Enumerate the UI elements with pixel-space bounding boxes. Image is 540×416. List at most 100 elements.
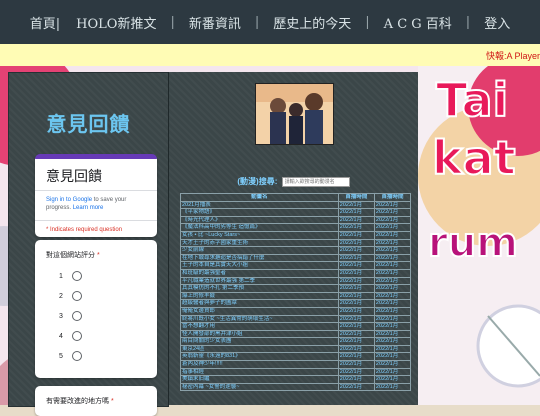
search-label: (動漫)搜尋: (237, 177, 278, 186)
table-row[interactable]: 指事相經 2022/1月 2022/1月 (180, 367, 412, 377)
anime-search-input[interactable] (281, 176, 350, 187)
anime-title-cell[interactable]: 王子的本自是其實天大小姐 (180, 261, 339, 270)
table-row[interactable]: 美鎮末旧繼 2022/1月 2022/1月 (180, 375, 412, 384)
anime-title-cell[interactable]: 《平家物語》 (180, 208, 339, 217)
rating-option[interactable]: 3 (35, 306, 157, 326)
table-row[interactable]: 王子的本自是其實天大小姐 2022/1月 2022/1月 (180, 261, 412, 270)
anime-title-cell[interactable]: 2021月播表 (180, 200, 339, 210)
nav-history-today[interactable]: 歷史上的今天 (265, 13, 359, 32)
anime-title-cell[interactable]: 《魔法科高中的劣等生 追憶篇》 (180, 223, 339, 232)
premiere-date-cell: 2022/1月 (373, 299, 412, 308)
anime-title-cell[interactable]: 兩目問關的少女表團 (180, 337, 339, 346)
premiere-date-cell: 2022/1月 (373, 329, 412, 339)
premiere-date-cell: 2022/1月 (337, 329, 375, 339)
premiere-date-cell: 2022/1月 (337, 322, 375, 331)
premiere-date-cell: 2022/1月 (337, 314, 375, 324)
radio-button[interactable] (71, 271, 82, 281)
premiere-date-cell: 2022/1月 (373, 344, 412, 354)
anime-title-cell[interactable]: 少女前線 (180, 246, 339, 255)
nav-separator: | (254, 14, 260, 30)
table-row[interactable]: 和班級的最強聖者 2022/1月 2022/1月 (180, 268, 412, 278)
signin-note: Sign in to Google to save your progress.… (35, 191, 157, 212)
table-row[interactable]: 平凡職業造就世界最強 第二季 2022/1月 2022/1月 (180, 276, 412, 286)
table-row[interactable]: 其其模仿的不扎 第二季預 2022/1月 2022/1月 (180, 284, 412, 293)
premiere-date-cell: 2022/1月 (373, 284, 412, 293)
premiere-date-cell: 2022/1月 (337, 299, 375, 308)
rating-option[interactable]: 1 (35, 266, 157, 286)
anime-title-cell[interactable]: 爆上的修羊籤 (180, 291, 339, 301)
nav-holo-tweets[interactable]: HOLO新推文 (68, 13, 164, 32)
nav-new-anime[interactable]: 新番資訊 (181, 13, 249, 32)
premiere-date-cell: 2022/1月 (337, 261, 375, 270)
radio-button[interactable] (71, 331, 82, 341)
anime-title-cell[interactable]: 英翁斬靈《永遠的831》 (180, 352, 339, 362)
nav-login[interactable]: 登入 (476, 13, 518, 32)
table-row[interactable]: 怪人開發部的黑井津小姐 2022/1月 2022/1月 (180, 329, 412, 339)
anime-title-cell[interactable]: 蒼內及神少年!!!!! (180, 360, 339, 369)
premiere-date-cell: 2022/1月 (337, 253, 375, 263)
table-row[interactable]: 2021月播表 2022/1月 2022/1月 (180, 200, 412, 210)
anime-title-cell[interactable]: 平凡職業造就世界最強 第二季 (180, 276, 339, 286)
anime-title-cell[interactable]: 《時光代理人》 (180, 215, 339, 225)
anime-title-cell[interactable]: 其其模仿的不扎 第二季預 (180, 284, 339, 293)
learn-more-link[interactable]: Learn more (73, 205, 104, 211)
table-row[interactable]: 《時光代理人》 2022/1月 2022/1月 (180, 215, 412, 225)
rating-option-label: 3 (59, 312, 63, 320)
table-row[interactable]: 爆上的修羊籤 2022/1月 2022/1月 (180, 291, 412, 301)
anime-title-cell[interactable]: 指事相經 (180, 367, 339, 377)
anime-title-cell[interactable]: 女孩 • 比 ~Lucky Stars~ (180, 230, 339, 240)
premiere-date-cell: 2022/1月 (337, 200, 375, 210)
anime-title-cell[interactable]: 終將川既小女 ~生活異常的萌壞生活~ (180, 314, 339, 324)
table-row[interactable]: 秘密內幕 ~女警的逆襲~ 2022/1月 2022/1月 (180, 382, 412, 392)
nav-separator: | (465, 14, 471, 30)
table-row[interactable]: 俺俺女邊貨郎 2022/1月 2022/1月 (180, 306, 412, 316)
required-note: * Indicates required question (35, 220, 157, 233)
premiere-date-cell: 2022/1月 (337, 246, 375, 255)
premiere-date-cell: 2022/1月 (373, 322, 412, 331)
anime-title-cell[interactable]: 在地下城尋求邂逅是否搞錯了什麼 (180, 253, 339, 263)
premiere-date-cell: 2022/1月 (337, 352, 375, 362)
anime-title-cell[interactable]: 超級醫者與夢子的圖章 (180, 299, 339, 308)
radio-button[interactable] (71, 351, 82, 361)
anime-title-cell[interactable]: 秘密內幕 ~女警的逆襲~ (180, 382, 339, 392)
anime-title-cell[interactable]: 天才王子的赤字國家重生術 (180, 238, 339, 248)
table-row[interactable]: 當不想翻才用 2022/1月 2022/1月 (180, 322, 412, 331)
anime-title-cell[interactable]: 俺俺女邊貨郎 (180, 306, 339, 316)
signin-link[interactable]: Sign in to Google (46, 197, 92, 203)
table-row[interactable]: 少女前線 2022/1月 2022/1月 (180, 246, 412, 255)
table-row[interactable]: 超級醫者與夢子的圖章 2022/1月 2022/1月 (180, 299, 412, 308)
anime-title-cell[interactable]: 怪人開發部的黑井津小姐 (180, 329, 339, 339)
anime-search: (動漫)搜尋: (169, 176, 418, 187)
radio-button[interactable] (71, 291, 82, 301)
table-row[interactable]: 兩目問關的少女表團 2022/1月 2022/1月 (180, 337, 412, 346)
form-header-card: 意見回饋 Sign in to Google to save your prog… (35, 154, 157, 237)
anime-title-cell[interactable]: 和班級的最強聖者 (180, 268, 339, 278)
improvement-question-text: 有需要改進的地方嗎 (46, 398, 109, 405)
table-row[interactable]: 《平家物語》 2022/1月 2022/1月 (180, 208, 412, 217)
column-header-premiere: 首播時間 (337, 193, 375, 202)
table-row[interactable]: 《魔法科高中的劣等生 追憶篇》 2022/1月 2022/1月 (180, 223, 412, 232)
rating-option[interactable]: 2 (35, 286, 157, 306)
table-row[interactable]: 終將川既小女 ~生活異常的萌壞生活~ 2022/1月 2022/1月 (180, 314, 412, 324)
premiere-date-cell: 2022/1月 (373, 375, 412, 384)
table-row[interactable]: 東京24區 2022/1月 2022/1月 (180, 344, 412, 354)
table-row[interactable]: 天才王子的赤字國家重生術 2022/1月 2022/1月 (180, 238, 412, 248)
premiere-date-cell: 2022/1月 (337, 268, 375, 278)
nav-acg-wiki[interactable]: A C G 百科 (376, 13, 460, 32)
table-row[interactable]: 女孩 • 比 ~Lucky Stars~ 2022/1月 2022/1月 (180, 230, 412, 240)
anime-title-cell[interactable]: 東京24區 (180, 344, 339, 354)
rating-option[interactable]: 5 (35, 346, 157, 366)
radio-button[interactable] (71, 311, 82, 321)
rating-option[interactable]: 4 (35, 326, 157, 346)
table-row[interactable]: 蒼內及神少年!!!!! 2022/1月 2022/1月 (180, 360, 412, 369)
rating-card: 對這個網站評分 * 1 2 3 4 5 (35, 240, 157, 378)
nav-home[interactable]: 首頁| (22, 13, 68, 32)
anime-title-cell[interactable]: 當不想翻才用 (180, 322, 339, 331)
premiere-date-cell: 2022/1月 (373, 261, 412, 270)
premiere-date-cell: 2022/1月 (337, 215, 375, 225)
anime-title-cell[interactable]: 美鎮末旧繼 (180, 375, 339, 384)
rating-question: 對這個網站評分 * (35, 240, 157, 266)
table-row[interactable]: 英翁斬靈《永遠的831》 2022/1月 2022/1月 (180, 352, 412, 362)
table-row[interactable]: 在地下城尋求邂逅是否搞錯了什麼 2022/1月 2022/1月 (180, 253, 412, 263)
svg-text:Tai: Tai (436, 73, 508, 127)
